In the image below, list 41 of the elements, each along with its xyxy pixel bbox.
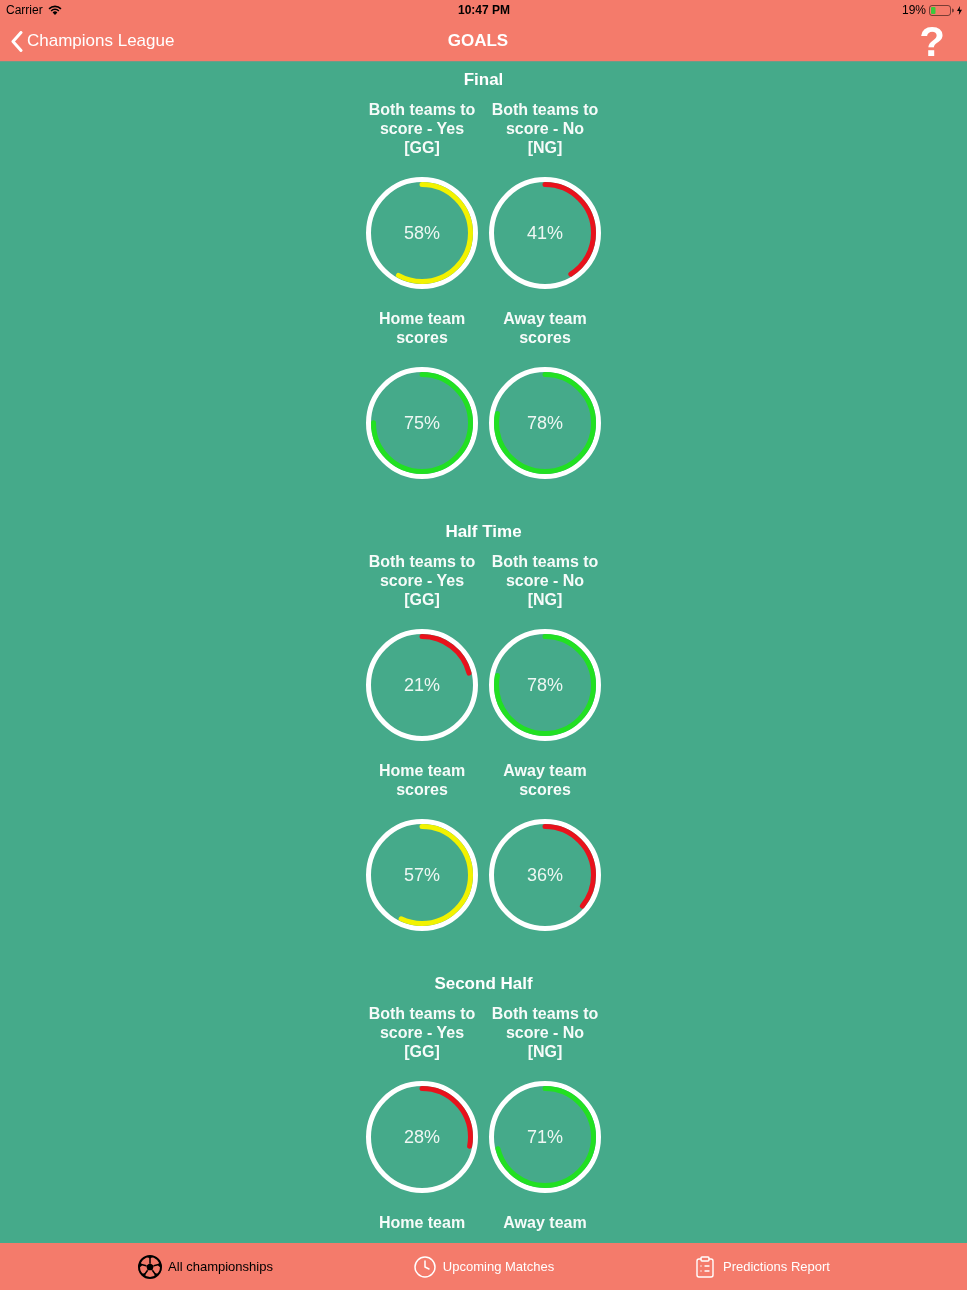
percentage-value: 78% — [527, 674, 563, 696]
gauge-label: Away team — [502, 1213, 588, 1232]
percentage-value: 71% — [527, 1126, 563, 1148]
charging-bolt-icon — [957, 5, 962, 15]
percentage-value: 21% — [404, 674, 440, 696]
back-button[interactable]: Champions League — [11, 30, 175, 52]
battery-percent: 19% — [901, 3, 926, 17]
section-title: Second Half — [434, 974, 533, 994]
gauge-label: Away team scores — [502, 309, 588, 347]
gauge-label: Away team scores — [502, 761, 588, 799]
gauge-label: Both teams to score - No [NG] — [490, 100, 600, 157]
section-title: Final — [463, 70, 504, 90]
help-button[interactable]: ? — [919, 22, 945, 62]
soccer-ball-icon — [138, 1254, 163, 1279]
tab-bar-item[interactable]: Upcoming Matches — [344, 1254, 623, 1279]
percentage-value: 28% — [404, 1126, 440, 1148]
tab-bar-item[interactable]: All championships — [66, 1254, 345, 1279]
clock-time: 10:47 PM — [458, 3, 510, 17]
clipboard-list-icon — [693, 1254, 717, 1279]
gauge-label: Home team scores — [377, 761, 467, 799]
percentage-value: 57% — [404, 864, 440, 886]
percentage-value: 36% — [527, 864, 563, 886]
gauge-label: Both teams to score - No [NG] — [490, 552, 600, 609]
gauge-label: Home team — [377, 1213, 467, 1232]
percentage-value: 78% — [527, 412, 563, 434]
chevron-left-icon — [11, 30, 23, 52]
percentage-value: 41% — [527, 222, 563, 244]
battery-icon — [929, 4, 954, 16]
gauge-label: Both teams to score - Yes [GG] — [367, 1004, 477, 1061]
clock-icon — [412, 1254, 437, 1279]
wifi-icon — [47, 5, 62, 15]
screen-title: GOALS — [447, 31, 509, 51]
gauge-label: Home team scores — [377, 309, 467, 347]
carrier-label: Carrier — [6, 3, 43, 17]
percentage-value: 58% — [404, 222, 440, 244]
section-title: Half Time — [445, 522, 522, 542]
gauge-label: Both teams to score - Yes [GG] — [367, 552, 477, 609]
gauge-label: Both teams to score - No [NG] — [490, 1004, 600, 1061]
percentage-value: 75% — [404, 412, 440, 434]
gauge-label: Both teams to score - Yes [GG] — [367, 100, 477, 157]
tab-bar-item[interactable]: Predictions Report — [622, 1254, 901, 1279]
